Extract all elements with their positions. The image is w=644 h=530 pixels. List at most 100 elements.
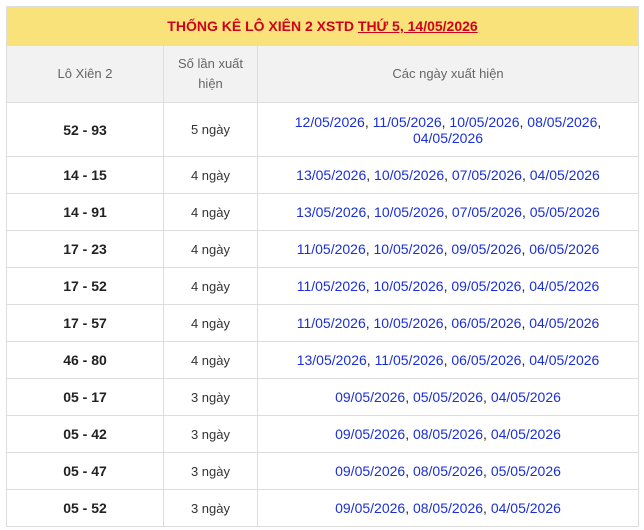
table-title-date-link[interactable]: THỨ 5, 14/05/2026	[358, 18, 478, 34]
date-link[interactable]: 11/05/2026	[297, 315, 366, 331]
pair-cell: 52 - 93	[6, 102, 164, 157]
dates-cell: 13/05/2026, 11/05/2026, 06/05/2026, 04/0…	[256, 341, 640, 379]
table-title: THỐNG KÊ LÔ XIÊN 2 XSTD THỨ 5, 14/05/202…	[5, 6, 640, 46]
date-link[interactable]: 11/05/2026	[297, 278, 366, 294]
date-separator: ,	[521, 204, 530, 220]
date-link[interactable]: 05/05/2026	[530, 204, 600, 220]
pair-cell: 14 - 15	[6, 156, 164, 194]
date-link[interactable]: 06/05/2026	[451, 315, 521, 331]
header-cac-ngay: Các ngày xuất hiện	[256, 45, 640, 103]
count-cell: 3 ngày	[163, 415, 258, 453]
date-link[interactable]: 08/05/2026	[527, 114, 597, 130]
date-separator: ,	[597, 113, 602, 130]
table-title-prefix: THỐNG KÊ LÔ XIÊN 2 XSTD	[167, 18, 358, 34]
table-row: 17 - 52 4 ngày 11/05/2026, 10/05/2026, 09/…	[6, 267, 640, 305]
date-link[interactable]: 11/05/2026	[297, 241, 366, 257]
table-row: 14 - 91 4 ngày 13/05/2026, 10/05/2026, 07/…	[6, 193, 640, 231]
date-link[interactable]: 09/05/2026	[335, 463, 405, 479]
count-cell: 4 ngày	[163, 230, 258, 268]
date-separator: ,	[366, 204, 375, 220]
date-separator: ,	[365, 315, 374, 331]
dates-cell: 09/05/2026, 05/05/2026, 04/05/2026	[256, 378, 640, 416]
count-cell: 3 ngày	[163, 452, 258, 490]
date-link[interactable]: 04/05/2026	[491, 389, 561, 405]
date-link[interactable]: 05/05/2026	[491, 463, 561, 479]
date-link[interactable]: 08/05/2026	[413, 426, 483, 442]
date-link[interactable]: 12/05/2026	[295, 114, 365, 130]
dates-cell: 09/05/2026, 08/05/2026, 04/05/2026	[256, 489, 640, 527]
date-separator: ,	[483, 426, 491, 442]
date-link[interactable]: 04/05/2026	[529, 278, 599, 294]
table-header-row: Lô Xiên 2 Số lần xuất hiện Các ngày xuất…	[6, 45, 640, 103]
dates-cell: 13/05/2026, 10/05/2026, 07/05/2026, 05/0…	[256, 193, 640, 231]
count-cell: 4 ngày	[163, 304, 258, 342]
table-body: 52 - 93 5 ngày 12/05/2026, 11/05/2026, 10/…	[6, 102, 640, 527]
date-link[interactable]: 13/05/2026	[296, 167, 366, 183]
dates-cell: 13/05/2026, 10/05/2026, 07/05/2026, 04/0…	[256, 156, 640, 194]
date-link[interactable]: 11/05/2026	[375, 352, 444, 368]
date-separator: ,	[483, 389, 491, 405]
dates-cell: 09/05/2026, 08/05/2026, 04/05/2026	[256, 415, 640, 453]
date-link[interactable]: 09/05/2026	[335, 426, 405, 442]
date-link[interactable]: 09/05/2026	[335, 389, 405, 405]
dates-cell: 11/05/2026, 10/05/2026, 09/05/2026, 06/0…	[256, 230, 640, 268]
date-link[interactable]: 07/05/2026	[452, 167, 522, 183]
table-row: 05 - 52 3 ngày 09/05/2026, 08/05/2026, 04/…	[6, 489, 640, 527]
date-separator: ,	[365, 241, 374, 257]
count-cell: 5 ngày	[163, 102, 258, 157]
table-row: 05 - 47 3 ngày 09/05/2026, 08/05/2026, 05/…	[6, 452, 640, 490]
lo-xien-stats-table: THỐNG KÊ LÔ XIÊN 2 XSTD THỨ 5, 14/05/202…	[5, 6, 640, 527]
date-link[interactable]: 09/05/2026	[335, 500, 405, 516]
date-separator: ,	[444, 204, 452, 220]
date-separator: ,	[521, 167, 530, 183]
table-row: 14 - 15 4 ngày 13/05/2026, 10/05/2026, 07/…	[6, 156, 640, 194]
stats-table-container: THỐNG KÊ LÔ XIÊN 2 XSTD THỨ 5, 14/05/202…	[5, 6, 640, 530]
date-link[interactable]: 04/05/2026	[529, 352, 599, 368]
table-row: 05 - 17 3 ngày 09/05/2026, 05/05/2026, 04/…	[6, 378, 640, 416]
date-link[interactable]: 08/05/2026	[413, 463, 483, 479]
pair-cell: 17 - 57	[6, 304, 164, 342]
date-link[interactable]: 08/05/2026	[413, 500, 483, 516]
date-link[interactable]: 05/05/2026	[413, 389, 483, 405]
table-row: 17 - 57 4 ngày 11/05/2026, 10/05/2026, 06/…	[6, 304, 640, 342]
pair-cell: 05 - 42	[6, 415, 164, 453]
date-separator: ,	[483, 500, 491, 516]
date-link[interactable]: 06/05/2026	[451, 352, 521, 368]
dates-cell: 11/05/2026, 10/05/2026, 09/05/2026, 04/0…	[256, 267, 640, 305]
count-cell: 4 ngày	[163, 267, 258, 305]
pair-cell: 05 - 47	[6, 452, 164, 490]
date-separator: ,	[366, 167, 375, 183]
date-link[interactable]: 11/05/2026	[373, 114, 442, 130]
date-link[interactable]: 04/05/2026	[413, 130, 483, 146]
dates-cell: 12/05/2026, 11/05/2026, 10/05/2026, 08/0…	[256, 102, 640, 157]
date-link[interactable]: 10/05/2026	[374, 204, 444, 220]
date-link[interactable]: 09/05/2026	[451, 241, 521, 257]
date-link[interactable]: 04/05/2026	[529, 315, 599, 331]
header-lo-xien: Lô Xiên 2	[6, 45, 164, 103]
date-link[interactable]: 07/05/2026	[452, 204, 522, 220]
date-link[interactable]: 10/05/2026	[374, 278, 444, 294]
date-link[interactable]: 09/05/2026	[451, 278, 521, 294]
header-so-lan: Số lần xuất hiện	[163, 45, 258, 103]
count-cell: 4 ngày	[163, 341, 258, 379]
date-link[interactable]: 13/05/2026	[297, 352, 367, 368]
date-separator: ,	[444, 167, 452, 183]
date-link[interactable]: 10/05/2026	[374, 241, 444, 257]
count-cell: 4 ngày	[163, 193, 258, 231]
date-separator: ,	[405, 389, 413, 405]
date-link[interactable]: 04/05/2026	[491, 500, 561, 516]
date-link[interactable]: 10/05/2026	[374, 167, 444, 183]
pair-cell: 17 - 52	[6, 267, 164, 305]
date-separator: ,	[365, 278, 374, 294]
date-separator: ,	[483, 463, 491, 479]
pair-cell: 14 - 91	[6, 193, 164, 231]
table-row: 05 - 42 3 ngày 09/05/2026, 08/05/2026, 04/…	[6, 415, 640, 453]
date-separator: ,	[405, 500, 413, 516]
date-link[interactable]: 10/05/2026	[374, 315, 444, 331]
date-link[interactable]: 04/05/2026	[491, 426, 561, 442]
count-cell: 4 ngày	[163, 156, 258, 194]
date-link[interactable]: 10/05/2026	[449, 114, 519, 130]
date-link[interactable]: 06/05/2026	[529, 241, 599, 257]
date-link[interactable]: 04/05/2026	[530, 167, 600, 183]
date-link[interactable]: 13/05/2026	[296, 204, 366, 220]
